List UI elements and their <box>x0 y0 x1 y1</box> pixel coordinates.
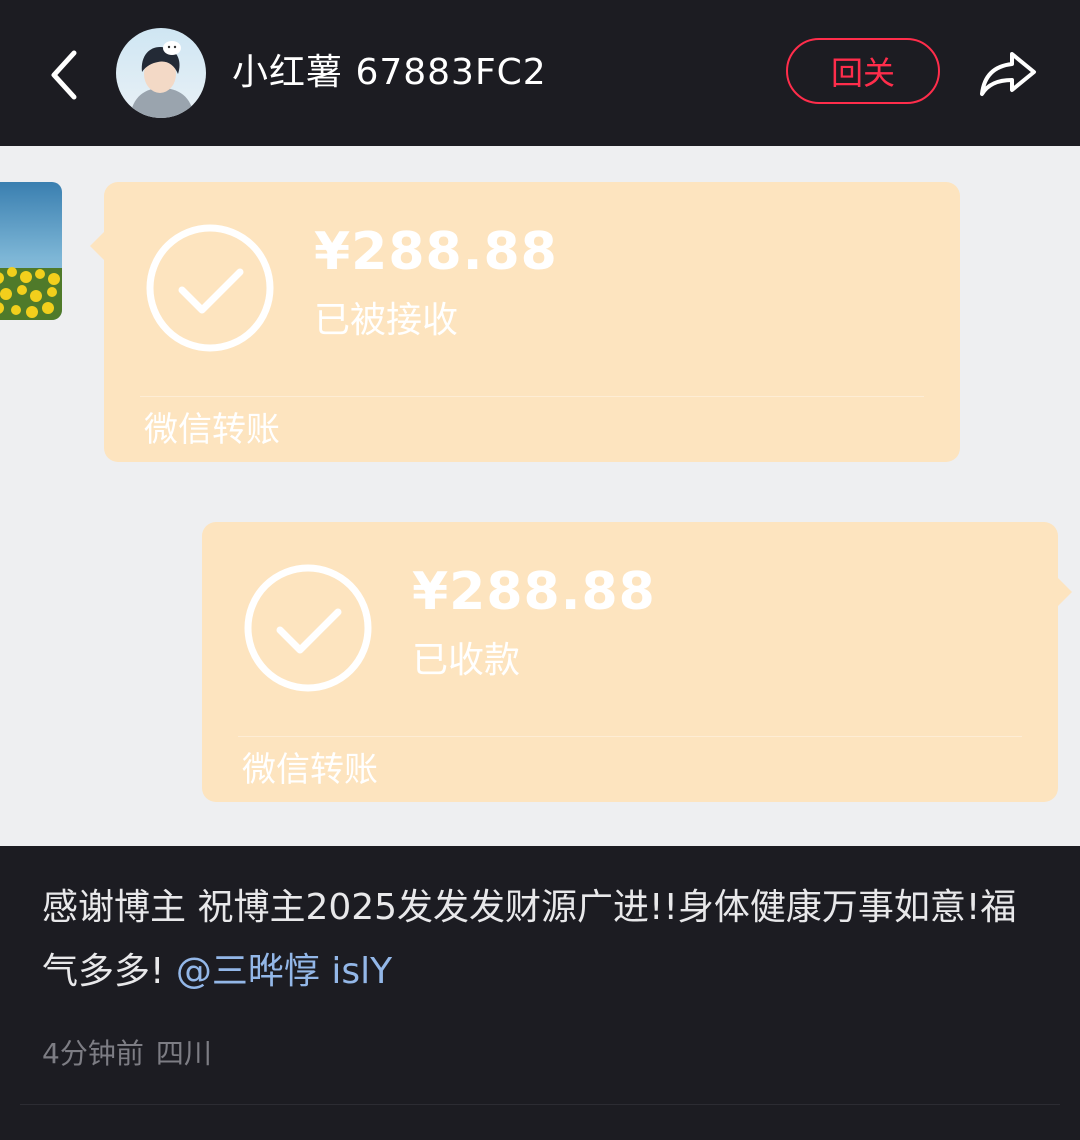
transfer-card[interactable]: ¥288.88 已收款 微信转账 <box>202 522 1072 802</box>
avatar[interactable] <box>116 28 206 118</box>
transfer-amount: ¥288.88 <box>412 562 656 622</box>
comment-time: 4分钟前 <box>42 1037 144 1070</box>
comment-location: 四川 <box>155 1037 212 1070</box>
post-image[interactable]: ¥288.88 已被接收 微信转账 ¥288.88 已收款 微信转账 <box>0 146 1080 846</box>
divider <box>20 1104 1060 1105</box>
divider <box>238 736 1022 737</box>
transfer-status: 已收款 <box>412 640 521 681</box>
contact-avatar <box>0 182 62 320</box>
follow-back-button[interactable]: 回关 <box>786 38 940 104</box>
username[interactable]: 小红薯 67883FC2 <box>232 48 547 98</box>
transfer-amount: ¥288.88 <box>314 222 558 282</box>
transfer-brand: 微信转账 <box>242 750 378 790</box>
share-arrow-icon <box>980 52 1036 96</box>
comment-meta: 4分钟前 四川 <box>42 1034 212 1074</box>
chevron-left-icon <box>51 50 77 100</box>
transfer-brand: 微信转账 <box>144 410 280 450</box>
share-button[interactable] <box>974 40 1042 108</box>
back-button[interactable] <box>36 40 92 110</box>
transfer-status: 已被接收 <box>314 300 459 341</box>
comment-text: 感谢博主 祝博主2025发发发财源广进!!身体健康万事如意!福气多多! @三晔惇… <box>42 876 1042 1004</box>
check-circle-icon <box>244 564 372 692</box>
check-circle-icon <box>146 224 274 352</box>
top-bar: 小红薯 67883FC2 回关 <box>0 0 1080 146</box>
mention-link[interactable]: @三晔惇 islY <box>176 951 392 992</box>
transfer-card[interactable]: ¥288.88 已被接收 微信转账 <box>90 182 960 462</box>
divider <box>140 396 924 397</box>
